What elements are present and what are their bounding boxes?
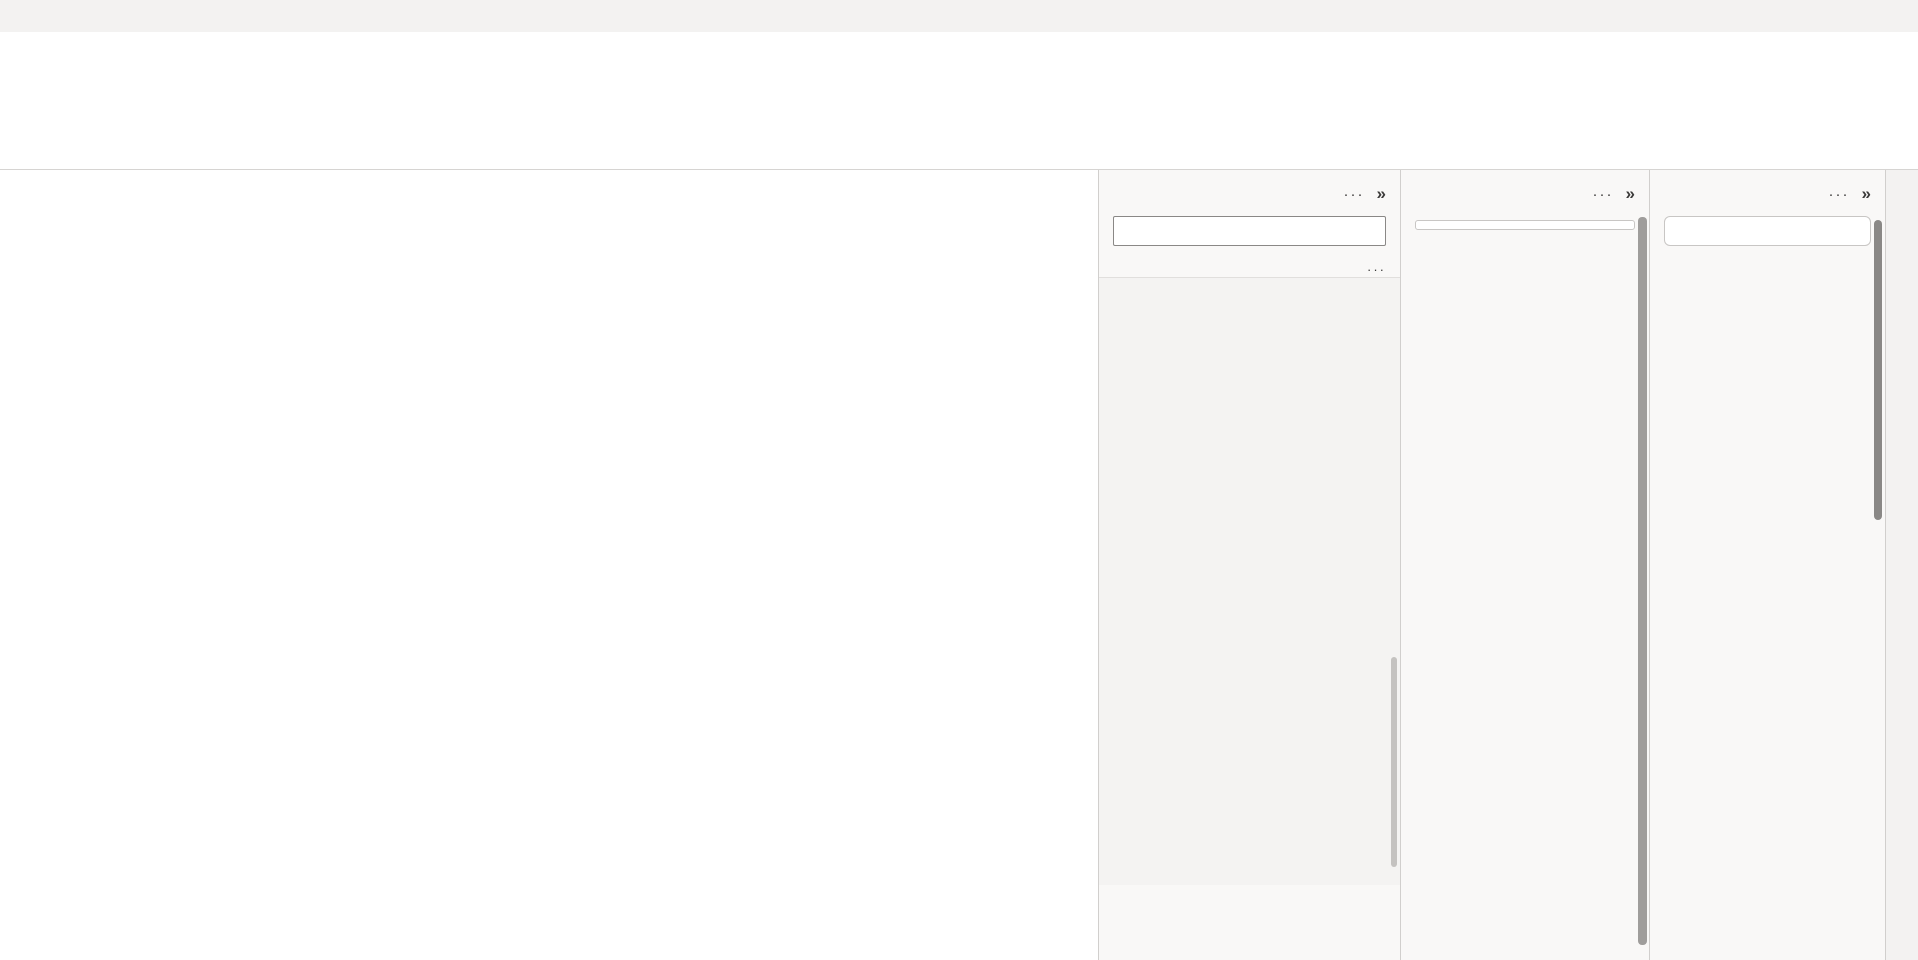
data-pane-scrollbar[interactable]	[1874, 220, 1882, 520]
ribbon	[0, 32, 1918, 170]
suggestions-label	[1401, 212, 1649, 220]
build-pane: ··· »	[1400, 170, 1649, 960]
build-pane-scrollbar[interactable]	[1638, 217, 1647, 945]
format-pane-header: ··· »	[1099, 170, 1400, 212]
format-search[interactable]	[1113, 216, 1386, 246]
visual-type-gallery	[1415, 220, 1635, 230]
data-pane-header: ··· »	[1650, 170, 1885, 212]
data-pane-more-icon[interactable]: ···	[1829, 186, 1850, 203]
ribbon-tab-bar	[0, 0, 1918, 32]
format-pane: ··· » ···	[1098, 170, 1400, 960]
data-pane: ··· »	[1649, 170, 1885, 960]
format-tabs: ···	[1099, 246, 1400, 277]
report-canvas[interactable]	[0, 170, 1098, 960]
main-area: ··· » ··· ··· »	[0, 170, 1918, 960]
format-tabs-more-icon[interactable]: ···	[1367, 262, 1386, 277]
format-section	[1099, 277, 1400, 885]
format-pane-more-icon[interactable]: ···	[1344, 186, 1365, 203]
data-search[interactable]	[1664, 216, 1871, 246]
format-pane-collapse-icon[interactable]: »	[1377, 184, 1386, 204]
right-rail	[1885, 170, 1918, 960]
format-search-input[interactable]	[1129, 224, 1377, 239]
data-pane-collapse-icon[interactable]: »	[1862, 184, 1871, 204]
build-pane-header: ··· »	[1401, 170, 1649, 212]
data-search-input[interactable]	[1680, 224, 1862, 239]
format-pane-scrollbar[interactable]	[1391, 657, 1397, 867]
powerbi-desktop-window: ··· » ··· ··· »	[0, 0, 1918, 960]
build-pane-collapse-icon[interactable]: »	[1626, 184, 1635, 204]
build-pane-more-icon[interactable]: ···	[1593, 186, 1614, 203]
